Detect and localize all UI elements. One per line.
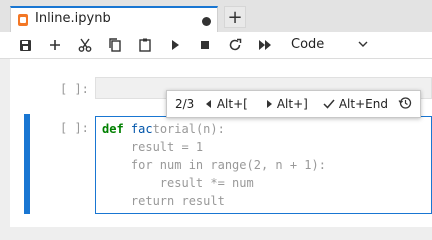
copy-icon <box>109 38 121 52</box>
active-code-cell-editor[interactable]: def factorial(n): result = 1 for num in … <box>95 116 432 214</box>
cut-icon <box>78 38 92 52</box>
save-button[interactable] <box>15 36 35 54</box>
code-typed-text: fac <box>130 122 153 136</box>
new-tab-button[interactable]: + <box>224 6 246 28</box>
restart-icon <box>229 38 242 51</box>
cut-button[interactable] <box>75 36 95 54</box>
history-icon <box>398 97 412 109</box>
restart-button[interactable] <box>225 36 245 54</box>
cell-prompt: [ ]: <box>60 82 89 96</box>
cell-type-dropdown[interactable]: Code <box>283 36 373 54</box>
run-button[interactable] <box>165 36 185 54</box>
history-button[interactable] <box>398 96 412 112</box>
previous-shortcut-label: Alt+[ <box>216 97 248 111</box>
code-keyword: def <box>102 122 124 136</box>
next-shortcut-label: Alt+] <box>276 97 308 111</box>
add-cell-icon <box>50 40 60 50</box>
save-icon <box>20 40 31 51</box>
fast-forward-icon <box>259 40 271 50</box>
previous-suggestion-button[interactable]: Alt+[ <box>205 97 248 111</box>
insert-cell-button[interactable] <box>45 36 65 54</box>
code-line: result *= num <box>102 176 254 190</box>
interrupt-button[interactable] <box>195 36 215 54</box>
suggestion-counter: 2/3 <box>175 97 195 111</box>
chevron-down-icon <box>358 41 368 47</box>
tab-title: Inline.ipynb <box>35 11 111 26</box>
run-icon <box>172 40 179 50</box>
cell-type-value: Code <box>291 37 325 52</box>
next-suggestion-button[interactable]: Alt+] <box>265 97 308 111</box>
code-ghost-suggestion: torial(n): <box>152 122 225 136</box>
accept-suggestion-button[interactable]: Alt+End <box>323 97 388 111</box>
tab-bar: Inline.ipynb + <box>0 0 432 32</box>
stop-icon <box>201 41 209 49</box>
code-line: for num in range(2, n + 1): <box>102 158 326 172</box>
notebook-icon <box>18 14 28 26</box>
notebook-tab[interactable]: Inline.ipynb <box>10 6 218 32</box>
accept-shortcut-label: Alt+End <box>338 97 388 111</box>
paste-icon <box>139 38 151 52</box>
code-block[interactable]: def factorial(n): result = 1 for num in … <box>102 120 326 210</box>
inline-completer-toolbar: 2/3 Alt+[ Alt+] Alt+End <box>166 90 421 118</box>
checkmark-icon <box>323 99 335 109</box>
code-line: return result <box>102 194 225 208</box>
notebook-toolbar: Code <box>0 32 432 59</box>
active-cell-indicator <box>24 114 30 214</box>
unsaved-indicator-icon[interactable] <box>202 17 211 26</box>
paste-button[interactable] <box>135 36 155 54</box>
caret-left-icon <box>206 100 211 108</box>
restart-run-all-button[interactable] <box>255 36 275 54</box>
cell-prompt: [ ]: <box>60 121 89 135</box>
copy-button[interactable] <box>105 36 125 54</box>
caret-right-icon <box>267 100 272 108</box>
code-line: result = 1 <box>102 140 204 154</box>
notebook-panel: [ ]: [ ]: def factorial(n): result = 1 f… <box>10 59 432 227</box>
